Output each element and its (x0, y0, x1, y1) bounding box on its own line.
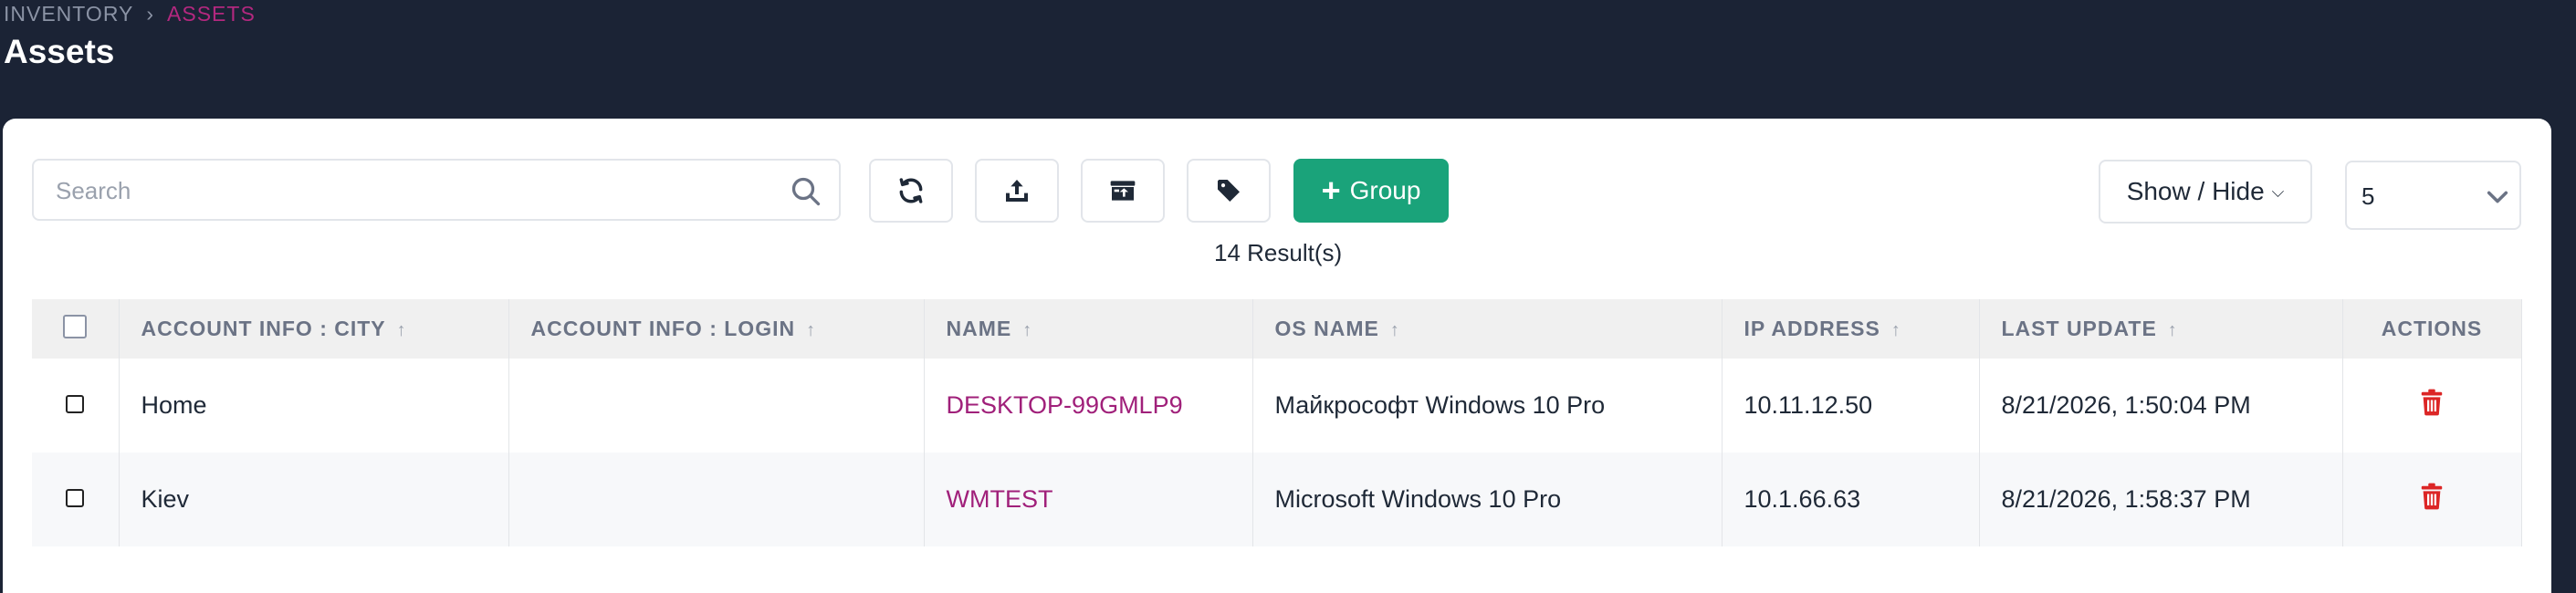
search-box[interactable] (32, 159, 841, 221)
cell-city: Kiev (119, 453, 509, 546)
cell-city: Home (119, 359, 509, 453)
breadcrumb-parent[interactable]: INVENTORY (4, 2, 133, 26)
table-row[interactable]: Kiev WMTEST Microsoft Windows 10 Pro 10.… (32, 453, 2522, 546)
cell-actions (2342, 359, 2522, 453)
cell-actions (2342, 453, 2522, 546)
show-hide-button[interactable]: Show / Hide ⌵ (2099, 160, 2312, 224)
column-header-actions: ACTIONS (2342, 299, 2522, 359)
column-header-label: NAME (946, 317, 1012, 340)
breadcrumb-current: ASSETS (167, 2, 256, 26)
select-all-checkbox[interactable] (63, 314, 88, 338)
column-header-label: ACTIONS (2381, 317, 2483, 340)
breadcrumb: INVENTORY › ASSETS (4, 0, 256, 27)
trash-icon[interactable] (2420, 389, 2444, 416)
asset-name-link[interactable]: DESKTOP-99GMLP9 (947, 391, 1183, 419)
trash-icon[interactable] (2420, 483, 2444, 510)
table-row[interactable]: Home DESKTOP-99GMLP9 Майкрософт Windows … (32, 359, 2522, 453)
column-header-city[interactable]: ACCOUNT INFO : CITY ↑ (119, 299, 509, 359)
upload-icon (1006, 180, 1028, 202)
refresh-icon (899, 178, 923, 203)
column-header-label: LAST UPDATE (2001, 317, 2157, 340)
page-title: Assets (4, 33, 115, 70)
column-header-last-update[interactable]: LAST UPDATE ↑ (1979, 299, 2343, 359)
column-header-label: OS NAME (1274, 317, 1379, 340)
cell-login (508, 453, 925, 546)
sort-arrow-icon[interactable]: ↑ (2168, 320, 2178, 340)
sort-arrow-icon[interactable]: ↑ (1390, 320, 1400, 340)
assets-table: ACCOUNT INFO : CITY ↑ ACCOUNT INFO : LOGI… (32, 299, 2522, 546)
tag-button[interactable] (1187, 159, 1271, 223)
chevron-down-icon (2487, 191, 2508, 203)
cell-name: WMTEST (924, 453, 1253, 546)
column-header-label: ACCOUNT INFO : CITY (141, 317, 386, 340)
page-header: INVENTORY › ASSETS Assets (0, 0, 2576, 119)
plus-icon: + (1321, 172, 1341, 209)
asset-name-link[interactable]: WMTEST (947, 485, 1053, 513)
select-all-cell (32, 299, 120, 359)
search-input[interactable] (54, 172, 770, 210)
tag-icon (1218, 180, 1240, 202)
cell-last-update: 8/21/2026, 1:50:04 PM (1979, 359, 2343, 453)
column-header-ip-address[interactable]: IP ADDRESS ↑ (1722, 299, 1980, 359)
show-hide-label: Show / Hide (2126, 177, 2265, 205)
cell-login (508, 359, 925, 453)
page-size-select[interactable]: 5 (2345, 161, 2521, 230)
archive-upload-button[interactable] (1081, 159, 1165, 223)
sort-arrow-icon[interactable]: ↑ (806, 320, 816, 340)
table-header-row: ACCOUNT INFO : CITY ↑ ACCOUNT INFO : LOGI… (32, 299, 2522, 359)
column-header-label: IP ADDRESS (1744, 317, 1880, 340)
column-header-name[interactable]: NAME ↑ (924, 299, 1253, 359)
sort-arrow-icon[interactable]: ↑ (1891, 320, 1901, 340)
chevron-down-icon: ⌵ (2271, 182, 2285, 201)
cell-name: DESKTOP-99GMLP9 (924, 359, 1253, 453)
cell-ip-address: 10.11.12.50 (1722, 359, 1980, 453)
sort-arrow-icon[interactable]: ↑ (397, 320, 407, 340)
archive-upload-icon (1110, 181, 1136, 201)
row-checkbox[interactable] (66, 489, 85, 507)
cell-os-name: Майкрософт Windows 10 Pro (1252, 359, 1723, 453)
sort-arrow-icon[interactable]: ↑ (1022, 320, 1032, 340)
cell-os-name: Microsoft Windows 10 Pro (1252, 453, 1723, 546)
row-select-cell (32, 359, 120, 453)
add-group-label: Group (1349, 176, 1421, 204)
add-group-button[interactable]: + Group (1293, 159, 1449, 223)
refresh-button[interactable] (869, 159, 953, 223)
search-icon[interactable] (790, 175, 822, 208)
column-header-label: ACCOUNT INFO : LOGIN (530, 317, 796, 340)
row-checkbox[interactable] (66, 395, 85, 413)
upload-button[interactable] (975, 159, 1059, 223)
row-select-cell (32, 453, 120, 546)
column-header-login[interactable]: ACCOUNT INFO : LOGIN ↑ (508, 299, 925, 359)
breadcrumb-separator: › (146, 2, 155, 26)
results-count: 14 Result(s) (1214, 239, 1343, 266)
column-header-os-name[interactable]: OS NAME ↑ (1252, 299, 1723, 359)
cell-ip-address: 10.1.66.63 (1722, 453, 1980, 546)
cell-last-update: 8/21/2026, 1:58:37 PM (1979, 453, 2343, 546)
page-size-value: 5 (2361, 182, 2375, 210)
